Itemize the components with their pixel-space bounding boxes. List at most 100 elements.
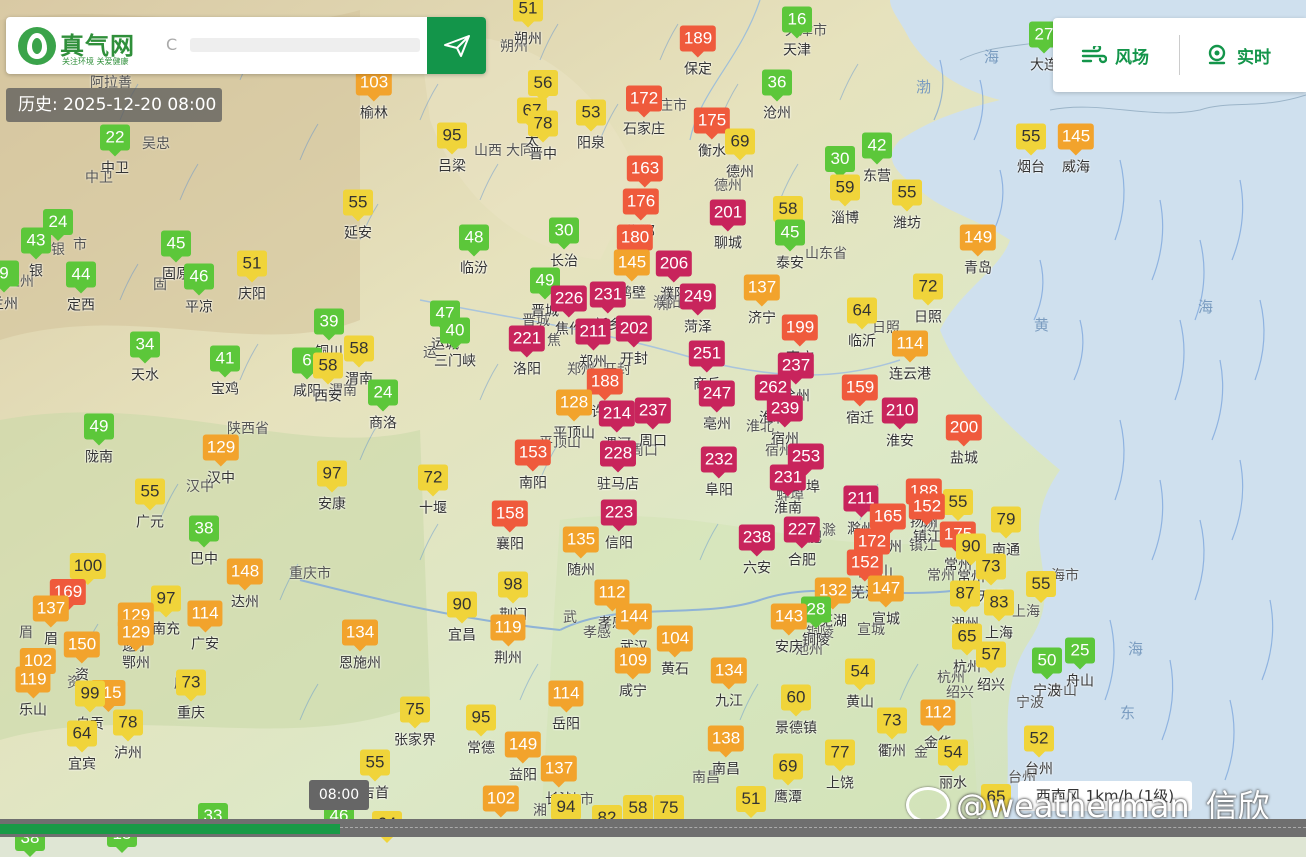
aqi-station-marker[interactable]: 238 六安 <box>738 524 776 578</box>
aqi-station-marker[interactable]: 51 庆阳 <box>237 250 267 304</box>
aqi-station-marker[interactable]: 78 晋中 <box>528 110 558 164</box>
aqi-station-marker[interactable]: 149 青岛 <box>959 224 997 278</box>
aqi-station-marker[interactable]: 134 九江 <box>710 657 748 711</box>
aqi-station-marker[interactable]: 34 天水 <box>130 331 160 385</box>
timeline-bar[interactable] <box>0 819 1306 837</box>
aqi-station-marker[interactable]: 200 盐城 <box>945 414 983 468</box>
realtime-toggle[interactable]: 实时 <box>1205 18 1271 92</box>
aqi-station-marker[interactable]: 75 <box>654 795 684 827</box>
aqi-station-marker[interactable]: 129 汉中 <box>202 434 240 488</box>
aqi-station-marker[interactable]: 52 台州 <box>1024 725 1054 779</box>
aqi-station-marker[interactable]: 42 东营 <box>862 132 892 186</box>
aqi-station-marker[interactable]: 55 潍坊 <box>892 179 922 233</box>
aqi-station-marker[interactable]: 114 广安 <box>187 600 223 654</box>
aqi-station-marker[interactable]: 48 临汾 <box>459 224 489 278</box>
aqi-station-marker[interactable]: 249 菏泽 <box>679 283 717 337</box>
aqi-station-marker[interactable]: 72 十堰 <box>418 464 448 518</box>
aqi-station-marker[interactable]: 232 阜阳 <box>700 446 738 500</box>
aqi-station-marker[interactable]: 129 鄂州 <box>117 619 155 673</box>
aqi-station-marker[interactable]: 58 西安 <box>313 352 343 406</box>
aqi-station-marker[interactable]: 79 南通 <box>991 506 1021 560</box>
aqi-station-marker[interactable]: 95 常德 <box>466 704 496 758</box>
aqi-station-marker[interactable]: 228 驻马店 <box>597 440 639 494</box>
aqi-station-marker[interactable]: 137 济宁 <box>743 274 781 328</box>
aqi-station-marker[interactable]: 119 荆州 <box>490 614 526 668</box>
aqi-station-marker[interactable]: 69 德州 <box>725 128 755 182</box>
brand-logo[interactable]: 真气网 关注环境 关爱健康 <box>18 25 153 67</box>
aqi-station-marker[interactable]: 159 宿迁 <box>841 374 879 428</box>
aqi-station-marker[interactable]: 77 上饶 <box>825 739 855 793</box>
aqi-station-marker[interactable]: 158 襄阳 <box>491 500 529 554</box>
aqi-station-marker[interactable]: 172 石家庄 <box>623 85 665 139</box>
aqi-station-marker[interactable]: 55 <box>943 489 973 521</box>
aqi-station-marker[interactable]: 43 银 <box>21 227 51 281</box>
aqi-station-marker[interactable]: 138 南昌 <box>707 725 745 779</box>
aqi-station-marker[interactable]: 30 <box>825 146 855 178</box>
aqi-station-marker[interactable]: 55 广元 <box>135 478 165 532</box>
aqi-station-marker[interactable]: 100 <box>69 553 107 585</box>
aqi-station-marker[interactable]: 24 商洛 <box>368 379 398 433</box>
search-button[interactable] <box>427 17 486 74</box>
aqi-station-marker[interactable]: 45 泰安 <box>775 219 805 273</box>
aqi-station-marker[interactable]: 25 舟山 <box>1065 637 1095 691</box>
aqi-station-marker[interactable]: 64 临沂 <box>847 297 877 351</box>
aqi-station-marker[interactable]: 237 周口 <box>634 397 672 451</box>
aqi-station-marker[interactable]: 72 日照 <box>913 273 943 327</box>
aqi-station-marker[interactable]: 9 兰州 <box>0 260 19 314</box>
aqi-station-marker[interactable]: 73 重庆 <box>176 669 206 723</box>
aqi-station-marker[interactable]: 51 <box>736 786 766 818</box>
aqi-station-marker[interactable]: 46 平凉 <box>184 263 214 317</box>
aqi-station-marker[interactable]: 95 吕梁 <box>437 122 467 176</box>
aqi-station-marker[interactable]: 50 宁波 <box>1032 647 1062 701</box>
aqi-station-marker[interactable]: 231 淮南 <box>769 464 807 518</box>
aqi-station-marker[interactable]: 16 天津 <box>782 6 812 60</box>
aqi-station-marker[interactable]: 134 恩施州 <box>339 619 381 673</box>
aqi-station-marker[interactable]: 97 安康 <box>317 460 347 514</box>
aqi-station-marker[interactable]: 221 洛阳 <box>508 325 546 379</box>
aqi-station-marker[interactable]: 57 绍兴 <box>976 641 1006 695</box>
aqi-station-marker[interactable]: 223 信阳 <box>600 499 638 553</box>
aqi-station-marker[interactable]: 75 张家界 <box>394 696 436 750</box>
aqi-station-marker[interactable]: 114 连云港 <box>889 330 931 384</box>
aqi-station-marker[interactable]: 119 乐山 <box>15 666 51 720</box>
aqi-station-marker[interactable]: 103 榆林 <box>355 69 393 123</box>
aqi-station-marker[interactable]: 54 黄山 <box>845 658 875 712</box>
aqi-station-marker[interactable]: 147 宣城 <box>867 575 905 629</box>
aqi-station-marker[interactable]: 55 <box>1026 571 1056 603</box>
aqi-station-marker[interactable]: 56 <box>528 70 558 102</box>
aqi-station-marker[interactable]: 210 淮安 <box>881 397 919 451</box>
aqi-station-marker[interactable]: 149 益阳 <box>504 731 542 785</box>
aqi-station-marker[interactable]: 202 开封 <box>615 315 653 369</box>
aqi-station-marker[interactable]: 53 阳泉 <box>576 99 606 153</box>
aqi-station-marker[interactable]: 36 沧州 <box>762 69 792 123</box>
aqi-station-marker[interactable]: 40 三门峡 <box>434 317 476 371</box>
aqi-station-marker[interactable]: 73 衢州 <box>877 707 907 761</box>
aqi-station-marker[interactable]: 69 鹰潭 <box>773 753 803 807</box>
aqi-station-marker[interactable]: 59 淄博 <box>830 174 860 228</box>
aqi-station-marker[interactable]: 51 朔州 <box>513 0 543 49</box>
aqi-station-marker[interactable]: 150 资 <box>63 631 101 685</box>
aqi-station-marker[interactable]: 239 宿州 <box>766 395 804 449</box>
aqi-station-marker[interactable]: 247 亳州 <box>698 380 736 434</box>
aqi-station-marker[interactable]: 227 合肥 <box>783 516 821 570</box>
aqi-station-marker[interactable]: 104 黄石 <box>656 625 694 679</box>
aqi-station-marker[interactable]: 114 岳阳 <box>548 680 584 734</box>
aqi-station-marker[interactable]: 30 长治 <box>549 217 579 271</box>
aqi-station-marker[interactable]: 41 宝鸡 <box>210 345 240 399</box>
aqi-station-marker[interactable]: 83 上海 <box>984 589 1014 643</box>
aqi-station-marker[interactable]: 38 巴中 <box>189 515 219 569</box>
aqi-station-marker[interactable]: 55 烟台 <box>1016 123 1046 177</box>
aqi-station-marker[interactable]: 109 咸宁 <box>614 647 652 701</box>
aqi-station-marker[interactable]: 128 平顶山 <box>553 389 595 443</box>
aqi-station-marker[interactable]: 60 景德镇 <box>775 684 817 738</box>
aqi-station-marker[interactable]: 135 随州 <box>562 526 600 580</box>
aqi-station-marker[interactable]: 145 威海 <box>1057 123 1095 177</box>
aqi-station-marker[interactable]: 44 定西 <box>66 261 96 315</box>
aqi-station-marker[interactable]: 211 郑州 <box>575 318 611 372</box>
aqi-station-marker[interactable]: 55 延安 <box>343 189 373 243</box>
aqi-station-marker[interactable]: 78 泸州 <box>113 709 143 763</box>
timeline-current-time[interactable]: 08:00 <box>309 780 369 810</box>
aqi-station-marker[interactable]: 189 保定 <box>679 25 717 79</box>
aqi-station-marker[interactable]: 58 <box>623 795 653 827</box>
aqi-station-marker[interactable]: 64 宜宾 <box>67 720 97 774</box>
